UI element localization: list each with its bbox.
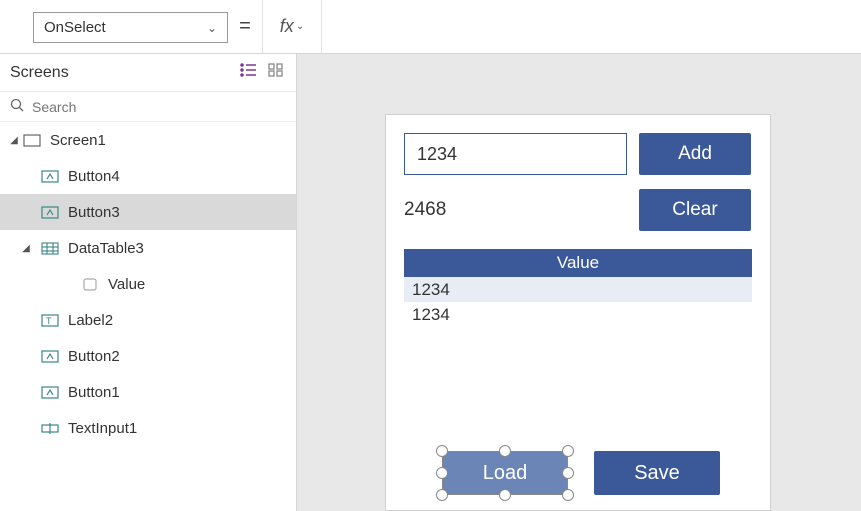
tree-title: Screens xyxy=(10,64,230,82)
tree-label: Button1 xyxy=(68,384,120,401)
add-button[interactable]: Add xyxy=(639,133,751,175)
resize-handle[interactable] xyxy=(499,445,511,457)
tree-node-label2[interactable]: T Label2 xyxy=(0,302,296,338)
tree-label: Button4 xyxy=(68,168,120,185)
resize-handle[interactable] xyxy=(499,489,511,501)
canvas[interactable]: 1234 Add 2468 Clear Value 1234 1234 xyxy=(297,54,861,511)
formula-editor[interactable]: Clear( PaperTape ); LoadData( PaperTape,… xyxy=(322,0,861,53)
expander-icon[interactable]: ◢ xyxy=(6,135,22,146)
tree-node-screen1[interactable]: ◢ Screen1 xyxy=(0,122,296,158)
tree-header: Screens xyxy=(0,54,296,92)
fx-button[interactable]: fx ⌄ xyxy=(262,0,322,53)
button-icon xyxy=(40,348,60,364)
save-button[interactable]: Save xyxy=(594,451,720,495)
chevron-down-icon: ⌄ xyxy=(207,21,217,35)
resize-handle[interactable] xyxy=(562,445,574,457)
tree-node-textinput1[interactable]: TextInput1 xyxy=(0,410,296,446)
table-header: Value xyxy=(404,249,752,277)
screen-icon xyxy=(22,132,42,148)
textinput-icon xyxy=(40,420,60,436)
svg-text:T: T xyxy=(46,316,52,326)
sum-label: 2468 xyxy=(404,199,639,221)
thumbnail-view-icon[interactable] xyxy=(268,63,284,82)
button-icon xyxy=(40,168,60,184)
tree-node-value[interactable]: Value xyxy=(0,266,296,302)
property-selector[interactable]: OnSelect ⌄ xyxy=(33,12,228,43)
table-row[interactable]: 1234 xyxy=(404,277,752,302)
tree-view-icon[interactable] xyxy=(240,63,258,82)
button-icon xyxy=(40,384,60,400)
selected-control[interactable]: Load xyxy=(442,451,568,495)
property-selector-value: OnSelect xyxy=(44,19,106,36)
chevron-down-icon: ⌄ xyxy=(296,21,304,32)
text-input[interactable]: 1234 xyxy=(404,133,627,175)
label-icon: T xyxy=(40,312,60,328)
tree-label: Screen1 xyxy=(50,132,106,149)
button-icon xyxy=(40,204,60,220)
formula-bar: OnSelect ⌄ = fx ⌄ Clear( PaperTape ); Lo… xyxy=(0,0,861,54)
tree-node-button2[interactable]: Button2 xyxy=(0,338,296,374)
resize-handle[interactable] xyxy=(436,489,448,501)
tree-label: Value xyxy=(108,276,145,293)
resize-handle[interactable] xyxy=(436,467,448,479)
resize-handle[interactable] xyxy=(562,467,574,479)
data-table[interactable]: Value 1234 1234 xyxy=(404,249,752,327)
resize-handle[interactable] xyxy=(436,445,448,457)
equals-label: = xyxy=(228,0,262,53)
tree-node-button4[interactable]: Button4 xyxy=(0,158,296,194)
datatable-icon xyxy=(40,240,60,256)
tree-label: DataTable3 xyxy=(68,240,144,257)
resize-handle[interactable] xyxy=(562,489,574,501)
tree-node-button3[interactable]: Button3 xyxy=(0,194,296,230)
tree-label: TextInput1 xyxy=(68,420,137,437)
tree-label: Button3 xyxy=(68,204,120,221)
tree-label: Button2 xyxy=(68,348,120,365)
column-icon xyxy=(80,276,100,292)
search-icon xyxy=(10,98,24,115)
tree-panel: Screens ◢ Screen1 Button4 Button3 xyxy=(0,54,297,511)
text-input-value: 1234 xyxy=(417,144,457,165)
tree-node-button1[interactable]: Button1 xyxy=(0,374,296,410)
table-row[interactable]: 1234 xyxy=(404,302,752,327)
tree-node-datatable3[interactable]: ◢ DataTable3 xyxy=(0,230,296,266)
expander-icon[interactable]: ◢ xyxy=(18,243,34,254)
tree-search[interactable] xyxy=(0,92,296,122)
search-input[interactable] xyxy=(32,99,286,115)
clear-button[interactable]: Clear xyxy=(639,189,751,231)
fx-icon: fx xyxy=(280,16,294,37)
tree-label: Label2 xyxy=(68,312,113,329)
app-preview: 1234 Add 2468 Clear Value 1234 1234 xyxy=(385,114,771,511)
